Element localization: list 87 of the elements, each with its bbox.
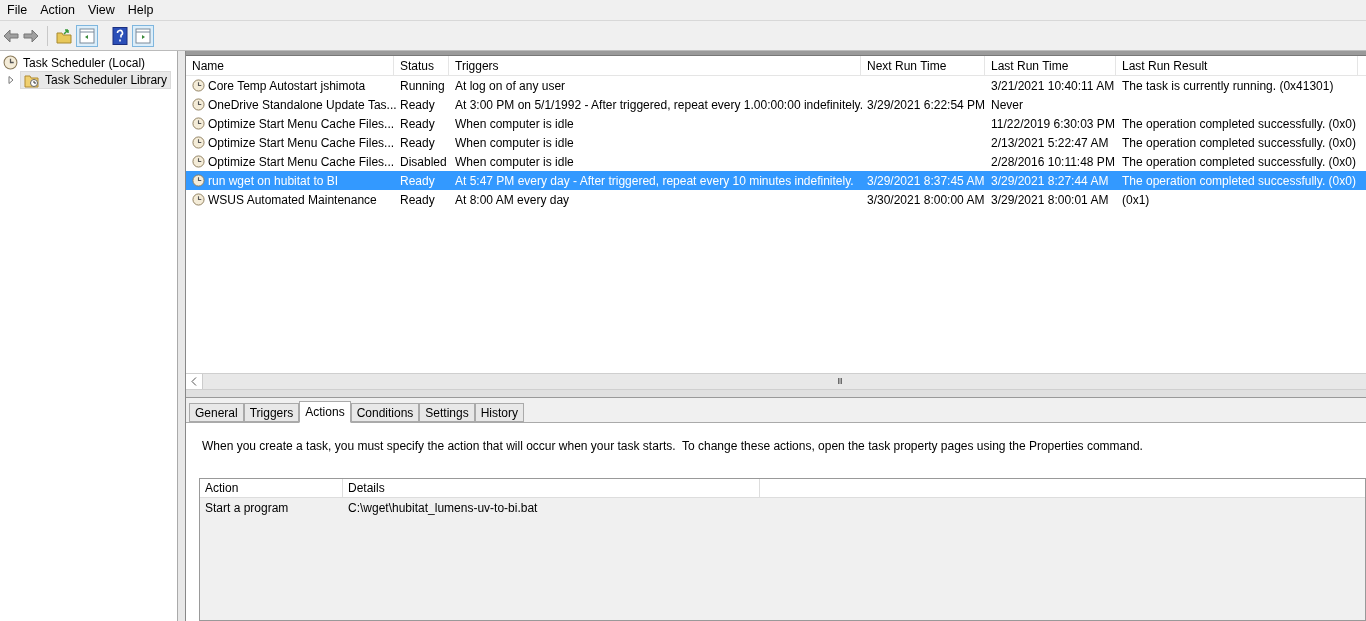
forward-arrow-icon[interactable] [23, 28, 39, 43]
tab[interactable]: History [474, 403, 525, 422]
table-cell-text: 11/22/2019 6:30:03 PM [991, 115, 1115, 133]
column-header[interactable]: Status [394, 56, 449, 75]
table-cell-text: run wget on hubitat to BI [208, 172, 339, 190]
table-cell-text: 3/29/2021 6:22:54 PM [867, 96, 986, 114]
tree-item[interactable]: Task Scheduler Library [20, 71, 172, 89]
clock-icon [192, 193, 205, 206]
tab[interactable]: Triggers [243, 403, 300, 422]
table-cell-text: The operation completed successfully. (0x0) [1122, 153, 1356, 171]
clock-icon [192, 155, 205, 168]
folder-clock-icon [24, 72, 40, 88]
table-cell-text: Ready [400, 96, 435, 114]
task-row[interactable]: Optimize Start Menu Cache Files... Ready When computer is idle 11/22/2019 6:30:03 PM The operation completed successfully. (0x0) [186, 114, 1366, 133]
table-cell-text: 3/29/2021 8:27:44 AM [991, 172, 1109, 190]
task-row[interactable]: Optimize Start Menu Cache Files... Ready When computer is idle 2/13/2021 5:22:47 AM The operation completed successfully. (0x0) [186, 133, 1366, 152]
clock-icon [192, 174, 205, 187]
help-icon[interactable] [112, 26, 128, 45]
menu-item[interactable]: Action [35, 0, 80, 20]
table-cell-text: Never [991, 96, 1023, 114]
table-cell-text: The operation completed successfully. (0x0) [1122, 134, 1356, 152]
column-header[interactable]: Next Run Time [861, 56, 985, 75]
table-cell-text: Disabled [400, 153, 447, 171]
clock-icon [192, 98, 205, 111]
task-row[interactable]: WSUS Automated Maintenance Ready At 8:00 AM every day 3/30/2021 8:00:00 AM 3/29/2021 8:00:01 AM (0x1) [186, 190, 1366, 209]
table-cell-text: Ready [400, 191, 435, 209]
table-cell-text: OneDrive Standalone Update Tas... [208, 96, 397, 114]
table-cell-text: Ready [400, 115, 435, 133]
column-header[interactable]: Name [186, 56, 394, 75]
table-cell-text: Optimize Start Menu Cache Files... [208, 153, 395, 171]
table-cell-text: 3/29/2021 8:37:45 AM [867, 172, 985, 190]
clock-icon [192, 117, 205, 130]
task-row[interactable]: Optimize Start Menu Cache Files... Disabled When computer is idle 2/28/2016 10:11:48 PM The operation completed successfully. (0x0) [186, 152, 1366, 171]
table-cell-text: At 3:00 PM on 5/1/1992 - After triggered, repeat every 1.00:00:00 indefinitely. [455, 96, 864, 114]
table-cell-text: 3/29/2021 8:00:01 AM [991, 191, 1109, 209]
menu-item[interactable]: Help [122, 0, 159, 20]
task-row[interactable]: OneDrive Standalone Update Tas... Ready At 3:00 PM on 5/1/1992 - After triggered, repeat every 1.00:00:00 indefinitely. 3/29/2021 6:22:54 PM Never [186, 95, 1366, 114]
table-cell: C:\wget\hubitat_lumens-uv-to-bi.bat [348, 501, 538, 515]
table-cell-text: When computer is idle [455, 134, 574, 152]
table-cell-text: (0x1) [1122, 191, 1150, 209]
scroll-left-button[interactable] [186, 374, 203, 389]
table-cell-text: 3/30/2021 8:00:00 AM [867, 191, 985, 209]
table-cell-text: When computer is idle [455, 153, 574, 171]
menu-item[interactable]: View [82, 0, 120, 20]
table-cell-text: 3/21/2021 10:40:11 AM [991, 77, 1115, 95]
horizontal-scrollbar[interactable]: III [186, 373, 1366, 390]
tab[interactable]: Settings [419, 403, 475, 422]
menu-item[interactable]: File [2, 0, 33, 20]
column-header[interactable]: Last Run Time [985, 56, 1116, 75]
table-cell-text: The operation completed successfully. (0x0) [1122, 115, 1356, 133]
table-cell-text: Ready [400, 172, 435, 190]
table-cell-text: Running [400, 77, 445, 95]
column-header[interactable]: Action [200, 479, 343, 497]
table-cell-text: At 8:00 AM every day [455, 191, 570, 209]
tree-item[interactable]: Task Scheduler (Local) [23, 53, 146, 72]
tab[interactable]: Conditions [350, 403, 420, 422]
column-header[interactable]: Triggers [449, 56, 861, 75]
clock-icon [192, 136, 205, 149]
column-header[interactable]: Details [343, 479, 760, 497]
tab[interactable]: General [189, 403, 244, 422]
clock-icon [3, 55, 18, 70]
table-cell-text: At log on of any user [455, 77, 566, 95]
table-cell-text: Ready [400, 134, 435, 152]
expand-arrow-icon[interactable] [8, 76, 16, 84]
splitter[interactable] [186, 390, 1366, 398]
table-cell-text: Optimize Start Menu Cache Files... [208, 115, 395, 133]
table-cell-text: The task is currently running. (0x41301) [1122, 77, 1334, 95]
clock-icon [192, 79, 205, 92]
panel-toggle-icon[interactable] [132, 24, 154, 47]
tab[interactable]: Actions [299, 401, 351, 423]
table-cell-text: 2/13/2021 5:22:47 AM [991, 134, 1109, 152]
table-cell-text: When computer is idle [455, 115, 574, 133]
task-row[interactable]: Core Temp Autostart jshimota Running At log on of any user 3/21/2021 10:40:11 AM The task is currently running. (0x41301) [186, 76, 1366, 95]
splitter[interactable] [178, 51, 186, 621]
table-cell-text: 2/28/2016 10:11:48 PM [991, 153, 1115, 171]
table-cell-text: Optimize Start Menu Cache Files... [208, 134, 395, 152]
back-arrow-icon[interactable] [3, 28, 19, 43]
table-cell: Start a program [205, 501, 289, 515]
table-cell-text: At 5:47 PM every day - After triggered, repeat every 10 minutes indefinitely. [455, 172, 854, 190]
panel-toggle-icon[interactable] [76, 24, 98, 47]
description-text: When you create a task, you must specify the action that will occur when your task starts. To change these actions, open the task property pages using the Properties command. [202, 438, 1144, 455]
table-cell-text: The operation completed successfully. (0x0) [1122, 172, 1356, 190]
table-cell-text: Core Temp Autostart jshimota [208, 77, 366, 95]
table-cell-text: WSUS Automated Maintenance [208, 191, 377, 209]
scrollbar-grip[interactable]: III [727, 374, 842, 389]
column-header[interactable]: Last Run Result [1116, 56, 1358, 75]
folder-icon[interactable] [56, 27, 72, 44]
